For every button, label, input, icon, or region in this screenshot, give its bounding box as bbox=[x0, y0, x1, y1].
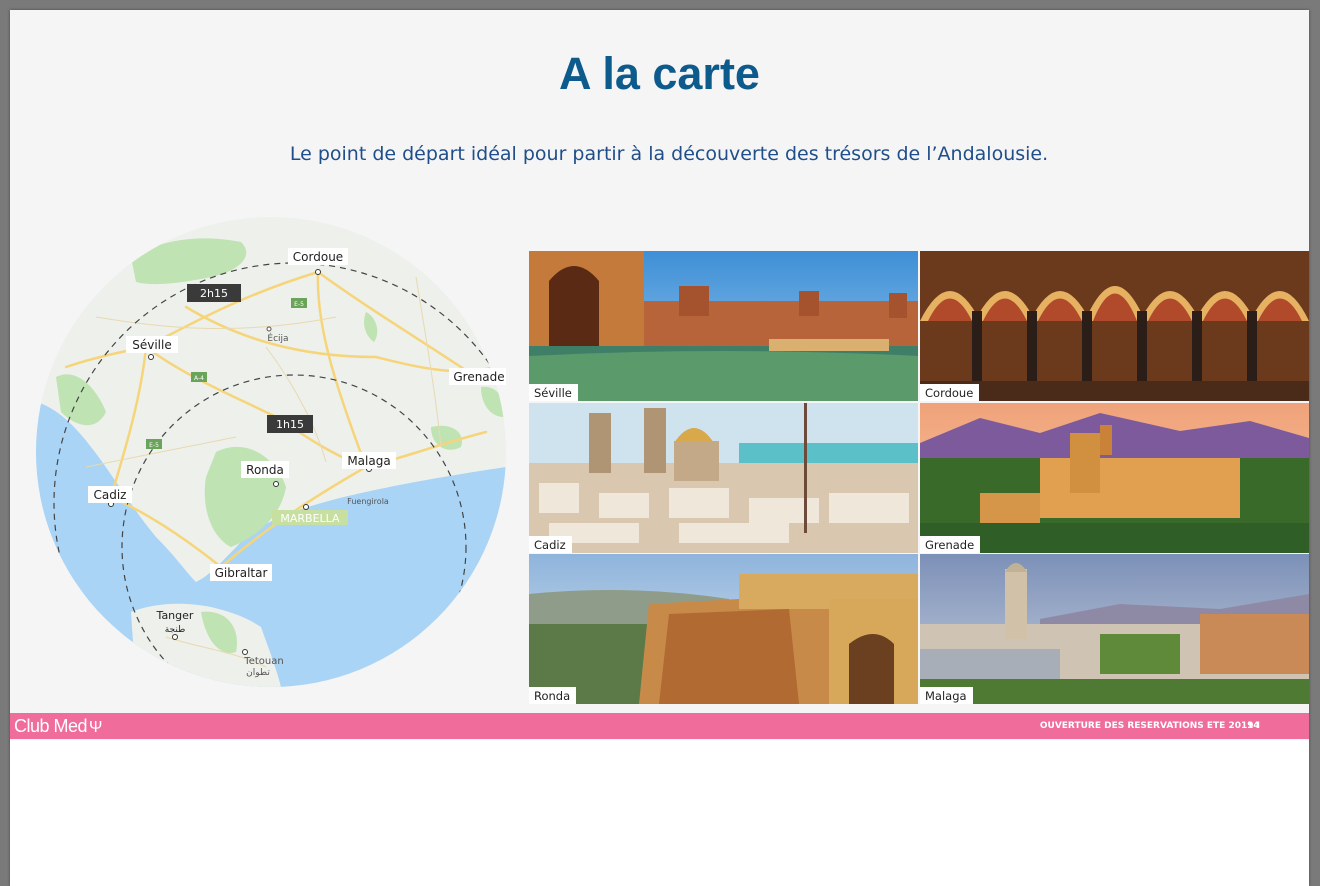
photo-label-malaga: Malaga bbox=[920, 687, 973, 704]
photo-label-cordoue: Cordoue bbox=[920, 384, 980, 401]
footer-bar: Club Med Ψ OUVERTURE DES RESERVATIONS ETE… bbox=[10, 713, 1309, 739]
photo-cadiz: Cadiz bbox=[529, 403, 918, 553]
club-med-logo: Club Med Ψ bbox=[14, 716, 102, 737]
city-grenade: Grenade bbox=[453, 370, 504, 384]
photo-label-ronda: Ronda bbox=[529, 687, 577, 704]
city-seville: Séville bbox=[132, 338, 172, 352]
city-tanger-ar: طنجة bbox=[165, 625, 186, 635]
andalusia-map: 2h15 1h15 E-5 E-5 A-4 Cordoue Séville Gr… bbox=[36, 217, 506, 687]
road-badge-e5-south: E-5 bbox=[146, 439, 162, 449]
city-tanger: Tanger bbox=[156, 609, 194, 622]
photo-seville: Séville bbox=[529, 251, 918, 401]
road-badge-a4: A-4 bbox=[191, 372, 207, 382]
photo-label-cadiz: Cadiz bbox=[529, 536, 572, 553]
city-cordoue: Cordoue bbox=[293, 250, 343, 264]
town-marbella: MARBELLA bbox=[280, 512, 340, 525]
photo-label-seville: Séville bbox=[529, 384, 578, 401]
document-page: A la carte Le point de départ idéal pour… bbox=[10, 10, 1309, 886]
slide: A la carte Le point de départ idéal pour… bbox=[10, 10, 1309, 740]
slide-subtitle: Le point de départ idéal pour partir à l… bbox=[289, 143, 1049, 165]
city-cadiz: Cadiz bbox=[94, 488, 127, 502]
photo-grid: Séville Cordoue Cadiz Grenade Ronda Mala… bbox=[529, 251, 1309, 704]
svg-text:E-5: E-5 bbox=[294, 301, 304, 308]
svg-text:A-4: A-4 bbox=[194, 375, 204, 382]
photo-cordoue: Cordoue bbox=[920, 251, 1309, 401]
town-fuengirola: Fuengirola bbox=[347, 497, 389, 506]
trident-icon: Ψ bbox=[89, 719, 102, 736]
logo-text: Club Med bbox=[14, 716, 88, 736]
city-ronda: Ronda bbox=[246, 463, 284, 477]
footer-caption: OUVERTURE DES RESERVATIONS ETE 2019 I bbox=[1039, 721, 1260, 731]
road-badge-e5-north: E-5 bbox=[291, 298, 307, 308]
city-gibraltar: Gibraltar bbox=[215, 566, 268, 580]
photo-label-grenade: Grenade bbox=[920, 536, 981, 553]
city-malaga: Malaga bbox=[347, 454, 390, 468]
photo-ronda: Ronda bbox=[529, 554, 918, 704]
city-tetouan-ar: تطوان bbox=[246, 668, 270, 678]
city-tetouan: Tetouan bbox=[243, 656, 283, 667]
page-number: 14 bbox=[1247, 721, 1260, 731]
svg-text:1h15: 1h15 bbox=[276, 418, 304, 431]
slide-title: A la carte bbox=[559, 48, 760, 99]
svg-text:E-5: E-5 bbox=[149, 442, 159, 449]
town-ecija: Écija bbox=[267, 332, 288, 344]
svg-text:2h15: 2h15 bbox=[200, 287, 228, 300]
radius-badge-1h15: 1h15 bbox=[267, 415, 313, 433]
photo-malaga: Malaga bbox=[920, 554, 1309, 704]
radius-badge-2h15: 2h15 bbox=[187, 284, 241, 302]
photo-grenade: Grenade bbox=[920, 403, 1309, 553]
